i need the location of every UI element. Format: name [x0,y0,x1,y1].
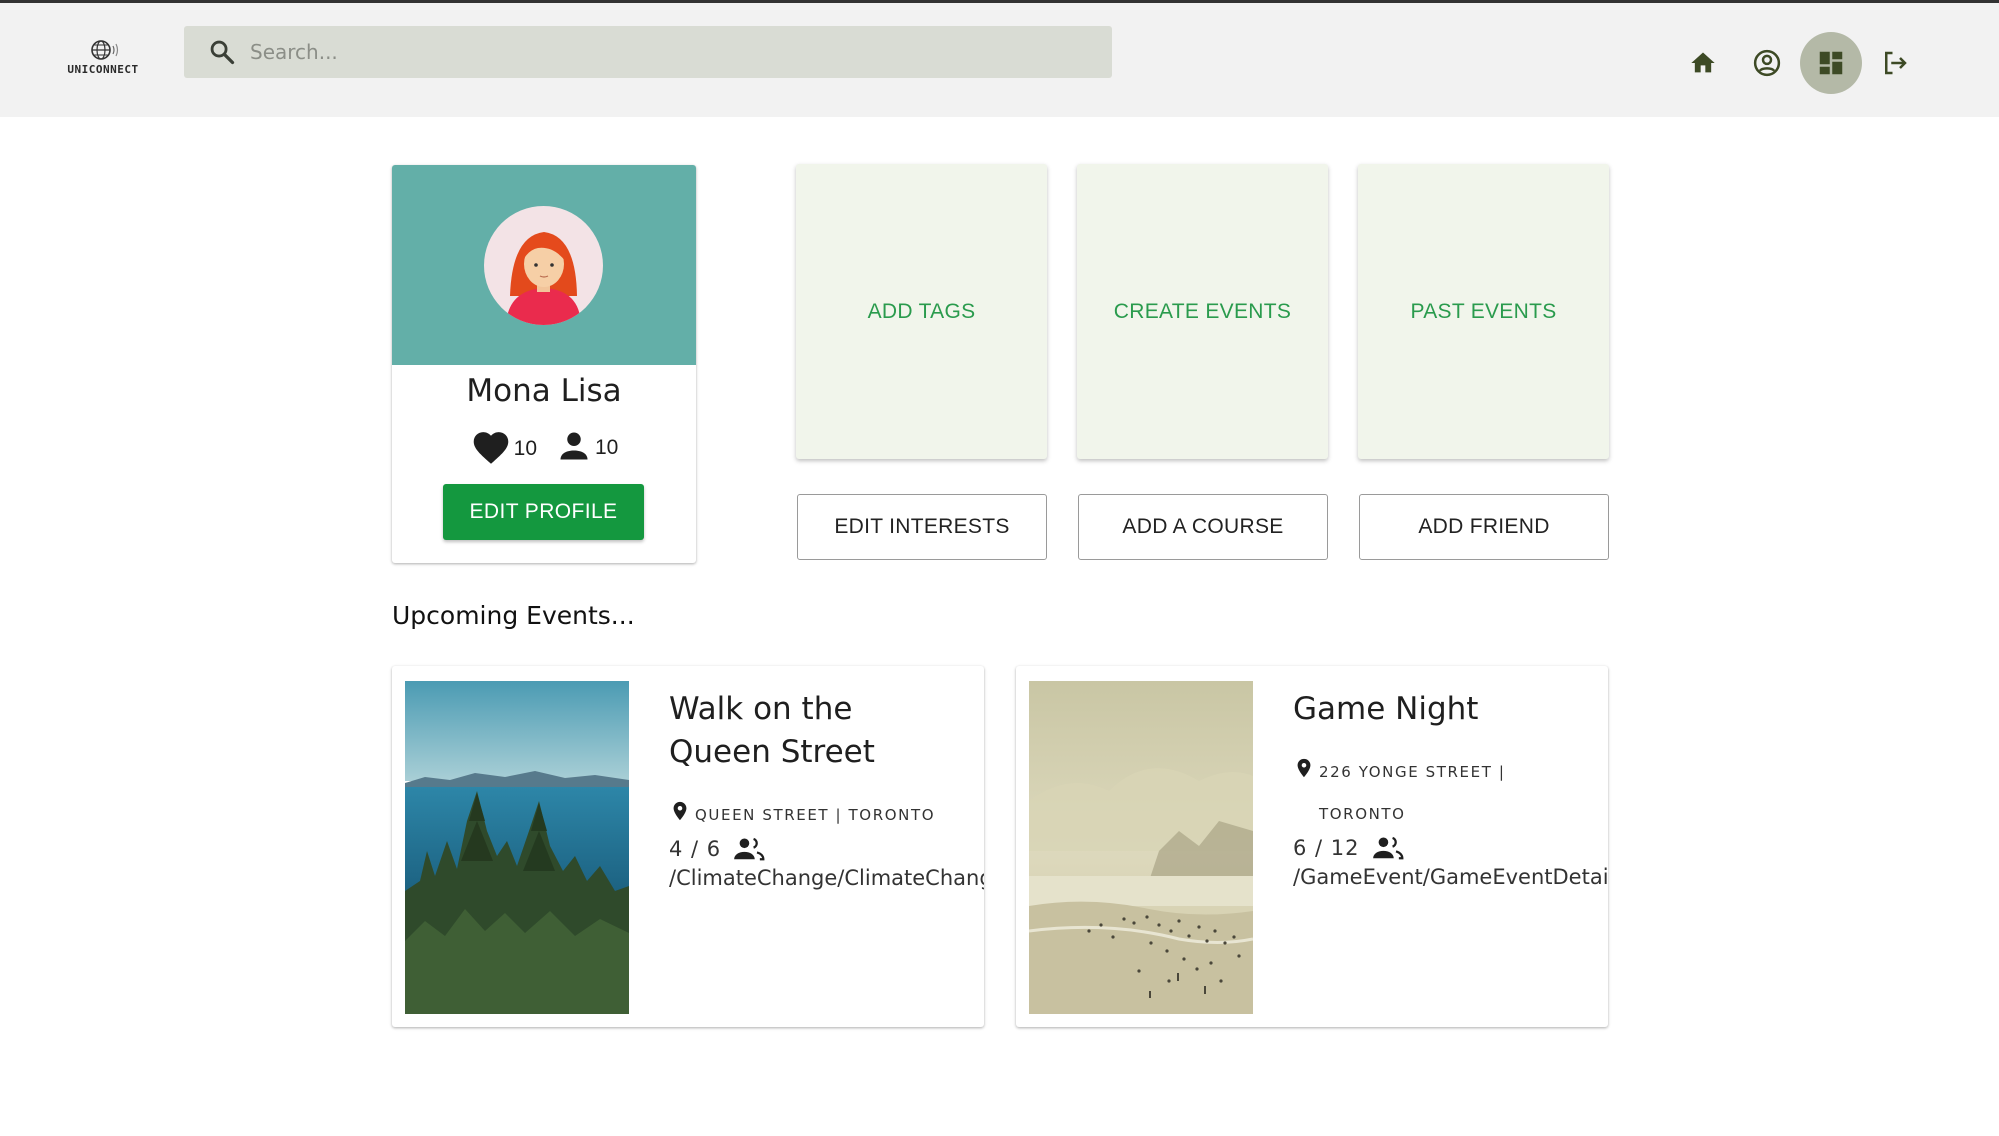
logout-icon [1885,51,1907,75]
add-tags-tile[interactable]: ADD TAGS [796,164,1047,459]
account-circle-icon [1753,49,1781,77]
profile-name: Mona Lisa [466,373,622,409]
event-image-beach [1029,681,1253,1014]
event-title: Walk on the Queen Street [669,691,875,770]
event-location: QUEEN STREET | TORONTO [669,792,984,836]
avatar [484,206,603,325]
profile-stats: 10 10 [392,427,696,465]
nav-home-button[interactable] [1672,32,1734,94]
nav-profile-button[interactable] [1736,32,1798,94]
event-attendee-count: 4 / 6 [669,836,984,862]
edit-interests-button[interactable]: EDIT INTERESTS [797,494,1047,560]
event-attendee-count: 6 / 12 [1293,835,1608,861]
home-icon [1691,52,1715,73]
dashboard-icon [1819,51,1843,75]
search-bar[interactable] [184,26,1112,78]
event-info: Walk on the Queen Street QUEEN STREET | … [669,688,984,890]
location-pin-icon [673,801,687,821]
event-card[interactable]: Walk on the Queen Street QUEEN STREET | … [392,666,984,1027]
friends-count: 10 [595,436,619,459]
nav-dashboard-button[interactable] [1800,32,1862,94]
edit-profile-button[interactable]: EDIT PROFILE [443,484,644,540]
likes-count: 10 [513,437,537,460]
search-input[interactable] [250,40,1070,64]
create-events-tile[interactable]: CREATE EVENTS [1077,164,1328,459]
group-icon [734,837,765,861]
profile-banner [392,165,696,365]
event-card[interactable]: Game Night 226 YONGE STREET | TORONTO 6 … [1016,666,1608,1027]
upcoming-events-heading: Upcoming Events... [392,601,635,630]
nav-logout-button[interactable] [1864,32,1926,94]
add-course-button[interactable]: ADD A COURSE [1078,494,1328,560]
friends-stat: 10 [555,428,618,464]
globe-icon [91,40,119,60]
event-image-forest [405,681,629,1014]
event-location: 226 YONGE STREET | TORONTO [1293,749,1608,835]
likes-stat: 10 [470,427,537,465]
event-link[interactable]: /ClimateChange/ClimateChangeDetail [669,866,984,890]
heart-icon [473,432,508,464]
event-link[interactable]: /GameEvent/GameEventDetail [1293,865,1608,889]
search-icon [210,40,235,65]
logo[interactable]: UNICONNECT [60,39,146,85]
person-icon [560,432,588,460]
logo-text: UNICONNECT [67,63,139,76]
app-bar: UNICONNECT [0,3,1999,117]
profile-card: Mona Lisa 10 10 EDIT PROFILE [392,165,696,563]
add-friend-button[interactable]: ADD FRIEND [1359,494,1609,560]
group-icon [1372,836,1403,860]
event-title: Game Night [1293,691,1479,727]
event-info: Game Night 226 YONGE STREET | TORONTO 6 … [1293,688,1608,889]
location-pin-icon [1297,758,1311,778]
past-events-tile[interactable]: PAST EVENTS [1358,164,1609,459]
